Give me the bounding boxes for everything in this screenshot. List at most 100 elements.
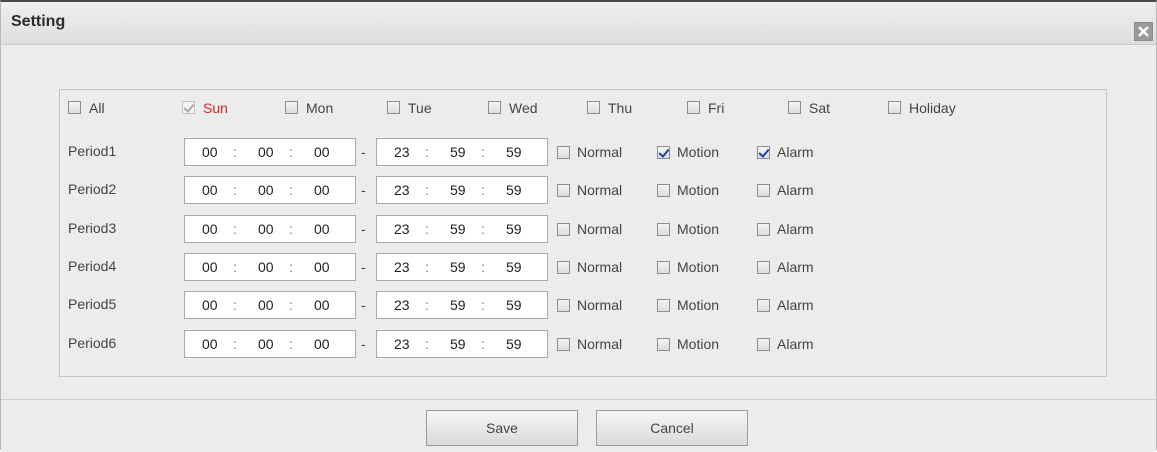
motion-checkbox[interactable] bbox=[657, 338, 670, 351]
end-time-field[interactable]: 23 bbox=[394, 221, 410, 237]
day-checkbox-8[interactable] bbox=[888, 101, 901, 114]
start-time-field[interactable]: 00 bbox=[258, 336, 274, 352]
end-time-field[interactable]: 59 bbox=[450, 144, 466, 160]
motion-checkbox[interactable] bbox=[657, 223, 670, 236]
end-time-field[interactable]: 59 bbox=[506, 221, 522, 237]
alarm-checkbox[interactable] bbox=[757, 338, 770, 351]
normal-label: Normal bbox=[577, 259, 623, 275]
cancel-button[interactable]: Cancel bbox=[596, 410, 748, 446]
motion-checkbox[interactable] bbox=[657, 146, 670, 159]
start-time-input[interactable]: 00 00 00:: bbox=[184, 330, 356, 358]
end-time-field[interactable]: 59 bbox=[450, 297, 466, 313]
normal-checkbox[interactable] bbox=[557, 184, 570, 197]
time-separator: : bbox=[233, 221, 237, 237]
motion-label: Motion bbox=[677, 182, 720, 198]
start-time-field[interactable]: 00 bbox=[314, 182, 330, 198]
start-time-input[interactable]: 00 00 00:: bbox=[184, 138, 356, 166]
motion-label: Motion bbox=[677, 144, 720, 160]
day-checkbox-7[interactable] bbox=[788, 101, 801, 114]
alarm-checkbox[interactable] bbox=[757, 261, 770, 274]
start-time-field[interactable]: 00 bbox=[314, 297, 330, 313]
end-time-field[interactable]: 59 bbox=[450, 221, 466, 237]
time-separator: : bbox=[481, 144, 485, 160]
end-time-field[interactable]: 23 bbox=[394, 336, 410, 352]
time-separator: : bbox=[233, 259, 237, 275]
start-time-field[interactable]: 00 bbox=[258, 144, 274, 160]
start-time-field[interactable]: 00 bbox=[258, 221, 274, 237]
start-time-field[interactable]: 00 bbox=[202, 221, 218, 237]
start-time-input[interactable]: 00 00 00:: bbox=[184, 253, 356, 281]
motion-label: Motion bbox=[677, 259, 720, 275]
alarm-checkbox[interactable] bbox=[757, 146, 770, 159]
day-label: Wed bbox=[509, 100, 538, 116]
start-time-input[interactable]: 00 00 00:: bbox=[184, 176, 356, 204]
time-separator: : bbox=[233, 182, 237, 198]
end-time-field[interactable]: 59 bbox=[506, 336, 522, 352]
start-time-field[interactable]: 00 bbox=[202, 336, 218, 352]
alarm-checkbox[interactable] bbox=[757, 223, 770, 236]
end-time-field[interactable]: 59 bbox=[506, 297, 522, 313]
start-time-input[interactable]: 00 00 00:: bbox=[184, 215, 356, 243]
end-time-field[interactable]: 59 bbox=[450, 336, 466, 352]
day-label: All bbox=[89, 100, 105, 116]
end-time-input[interactable]: 23 59 59:: bbox=[376, 253, 548, 281]
motion-checkbox[interactable] bbox=[657, 261, 670, 274]
end-time-input[interactable]: 23 59 59:: bbox=[376, 138, 548, 166]
start-time-field[interactable]: 00 bbox=[202, 182, 218, 198]
alarm-checkbox[interactable] bbox=[757, 184, 770, 197]
normal-label: Normal bbox=[577, 221, 623, 237]
day-checkbox-0[interactable] bbox=[68, 101, 81, 114]
start-time-field[interactable]: 00 bbox=[314, 336, 330, 352]
normal-checkbox[interactable] bbox=[557, 299, 570, 312]
start-time-field[interactable]: 00 bbox=[258, 182, 274, 198]
day-checkbox-5[interactable] bbox=[587, 101, 600, 114]
start-time-input[interactable]: 00 00 00:: bbox=[184, 291, 356, 319]
motion-checkbox[interactable] bbox=[657, 299, 670, 312]
close-x-icon bbox=[1135, 23, 1152, 40]
range-dash: - bbox=[361, 259, 366, 275]
alarm-checkbox[interactable] bbox=[757, 299, 770, 312]
dialog-title: Setting bbox=[11, 13, 66, 30]
end-time-field[interactable]: 23 bbox=[394, 144, 410, 160]
end-time-input[interactable]: 23 59 59:: bbox=[376, 215, 548, 243]
day-checkbox-2[interactable] bbox=[285, 101, 298, 114]
start-time-field[interactable]: 00 bbox=[258, 259, 274, 275]
end-time-field[interactable]: 59 bbox=[506, 182, 522, 198]
start-time-field[interactable]: 00 bbox=[314, 144, 330, 160]
start-time-field[interactable]: 00 bbox=[202, 144, 218, 160]
start-time-field[interactable]: 00 bbox=[202, 297, 218, 313]
save-button[interactable]: Save bbox=[426, 410, 578, 446]
time-separator: : bbox=[481, 259, 485, 275]
day-checkbox-6[interactable] bbox=[687, 101, 700, 114]
normal-checkbox[interactable] bbox=[557, 338, 570, 351]
end-time-field[interactable]: 23 bbox=[394, 297, 410, 313]
time-separator: : bbox=[425, 144, 429, 160]
end-time-input[interactable]: 23 59 59:: bbox=[376, 330, 548, 358]
start-time-field[interactable]: 00 bbox=[258, 297, 274, 313]
range-dash: - bbox=[361, 336, 366, 352]
start-time-field[interactable]: 00 bbox=[314, 259, 330, 275]
day-checkbox-1[interactable] bbox=[182, 101, 195, 114]
start-time-field[interactable]: 00 bbox=[202, 259, 218, 275]
end-time-input[interactable]: 23 59 59:: bbox=[376, 291, 548, 319]
end-time-field[interactable]: 59 bbox=[450, 259, 466, 275]
day-checkbox-3[interactable] bbox=[387, 101, 400, 114]
start-time-field[interactable]: 00 bbox=[314, 221, 330, 237]
end-time-field[interactable]: 23 bbox=[394, 259, 410, 275]
day-label: Mon bbox=[306, 100, 334, 116]
normal-checkbox[interactable] bbox=[557, 223, 570, 236]
motion-label: Motion bbox=[677, 336, 720, 352]
day-checkbox-4[interactable] bbox=[488, 101, 501, 114]
end-time-input[interactable]: 23 59 59:: bbox=[376, 176, 548, 204]
time-separator: : bbox=[425, 182, 429, 198]
end-time-field[interactable]: 23 bbox=[394, 182, 410, 198]
close-button[interactable] bbox=[1134, 22, 1153, 41]
normal-checkbox[interactable] bbox=[557, 146, 570, 159]
end-time-field[interactable]: 59 bbox=[450, 182, 466, 198]
end-time-field[interactable]: 59 bbox=[506, 259, 522, 275]
period-label: Period5 bbox=[68, 296, 117, 312]
motion-checkbox[interactable] bbox=[657, 184, 670, 197]
end-time-field[interactable]: 59 bbox=[506, 144, 522, 160]
normal-checkbox[interactable] bbox=[557, 261, 570, 274]
time-separator: : bbox=[289, 259, 293, 275]
